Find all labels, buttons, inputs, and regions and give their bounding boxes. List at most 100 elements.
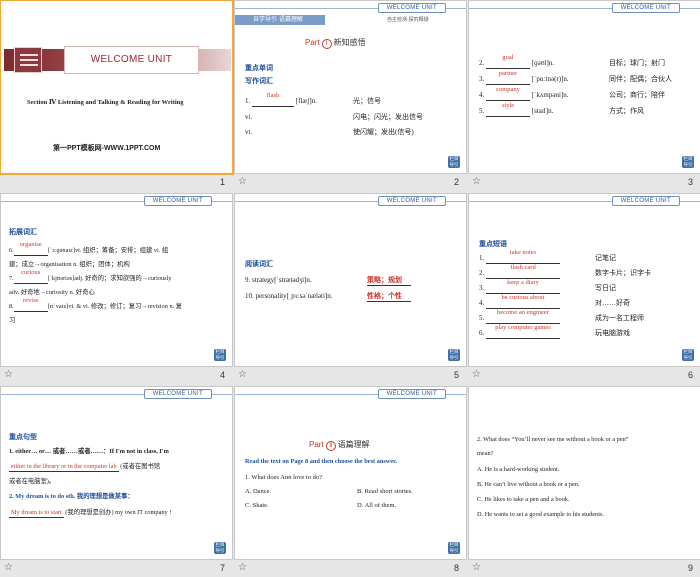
part-heading: Part Ⅱ 语篇理解 [309,440,370,451]
phrase-row: 6. play computer games [479,324,560,339]
slide-thumbnail-4[interactable]: WELCOME UNIT 拓展词汇 6. organise [ˈɔːɡənaɪz]… [0,193,233,385]
header-tab: WELCOME UNIT [143,196,212,206]
answer-option[interactable]: B. Read short stories. [357,487,413,496]
question-text: 1. What does Ann love to do? [245,474,322,481]
star-icon[interactable]: ☆ [238,176,247,187]
header-tab: WELCOME UNIT [611,196,680,206]
vocab-row: 4. company [ˈkʌmpəni]n. [479,86,569,101]
slide-thumbnail-6[interactable]: WELCOME UNIT 重点短语 1. take notes 记笔记 2. f… [468,193,700,385]
slide-3: WELCOME UNIT 2. goal [ɡəʊl]n. 目标；球门；射门 3… [468,0,700,174]
sentence-answer-row: My dream is to start (我的理想是创办) my own IT… [9,509,172,518]
answer-option[interactable]: D. All of them. [357,501,396,510]
phrase-meaning: 数字卡片；识字卡 [595,269,651,277]
header-tab: WELCOME UNIT [377,3,446,13]
slide-number: 1 [219,177,225,187]
sentence-pattern: 1. either… or… 或者……或者……：If I'm not in cl… [9,448,169,455]
back-nav-button[interactable]: 栏目 导引 [682,156,694,168]
vocab-row: 9. strategy[ˈstrætədʒi]n. [245,276,312,284]
slide-1: WELCOME UNIT Section Ⅳ Listening and Tal… [0,0,234,175]
slide-thumbnail-3[interactable]: WELCOME UNIT 2. goal [ɡəʊl]n. 目标；球门；射门 3… [468,0,700,192]
vocab-answer: 策略；规划 [367,276,411,286]
header-tab: WELCOME UNIT [377,196,446,206]
vocab-line: 7. curious [ˈkjʊəriəs]adj. 好奇的；求知欲强的→curi… [9,269,172,284]
answer-option[interactable]: D. He wants to set a good example to his… [477,510,604,519]
header-tab: WELCOME UNIT [611,3,680,13]
vocab-meaning: 使闪耀；发出(信号) [353,128,414,136]
slide-number: 2 [453,177,459,187]
slide-5: WELCOME UNIT 阅读词汇 9. strategy[ˈstrætədʒi… [234,193,467,367]
back-nav-button[interactable]: 栏目 导引 [214,542,226,554]
star-icon[interactable]: ☆ [4,369,13,380]
slide-9: 2. What does “You’ll never see me withou… [468,386,700,560]
slide-footer: ☆ 3 [468,175,700,192]
nav-subtitle: 自主检测·探究释疑 [387,17,429,23]
sentence-pattern: 2. My dream is to do sth. 我的理想是做某事： [9,493,134,500]
header-tab: WELCOME UNIT [143,389,212,399]
nav-banner: 自学导引·语篇理解 [235,15,325,25]
slide-2: WELCOME UNIT 自学导引·语篇理解 自主检测·探究释疑 Part Ⅰ 新知… [234,0,467,174]
slide-7: WELCOME UNIT 重点句型 1. either… or… 或者……或者…… [0,386,233,560]
slide-thumbnail-2[interactable]: WELCOME UNIT 自学导引·语篇理解 自主检测·探究释疑 Part Ⅰ 新知… [234,0,467,192]
question-text: mean? [477,450,494,457]
slide-footer: 1 [0,175,233,192]
section-title: Section Ⅳ Listening and Talking & Readin… [27,99,184,106]
answer-text: My dream is to start [9,509,64,518]
sentence-answer-row: either in the library or in the computer… [9,463,161,472]
back-nav-button[interactable]: 栏目 导引 [448,156,460,168]
vocab-pos: vi. [245,113,253,121]
slide-footer: ☆ 5 [234,368,467,385]
back-nav-button[interactable]: 栏目 导引 [214,349,226,361]
phrase-meaning: 对……好奇 [595,299,630,307]
slide-number: 7 [219,563,225,573]
vocab-meaning: 光；信号 [353,97,381,105]
vocab-pos: vt. [245,128,253,136]
vocab-meaning: 方式；作风 [609,107,644,115]
slide-footer: ☆ 7 [0,561,233,577]
vocab-row: 2. goal [ɡəʊl]n. [479,54,555,69]
header-tab: WELCOME UNIT [377,389,446,399]
slide-number: 5 [453,370,459,380]
answer-option[interactable]: A. Dance. [245,487,271,496]
back-nav-button[interactable]: 栏目 导引 [448,349,460,361]
answer-option[interactable]: A. He is a hard-working student. [477,465,559,474]
vocab-meaning: 公司；商行；陪伴 [609,91,665,99]
slide-title: WELCOME UNIT [90,54,173,65]
answer-option[interactable]: B. He can’t live without a book or a pen… [477,480,580,489]
vocab-answer: 性格；个性 [367,292,411,302]
slide-number: 9 [687,563,693,573]
instruction-text: Read the text on Page 8 and then choose … [245,458,397,465]
book-icon [14,47,42,73]
heading-key-sentences: 重点句型 [9,433,37,441]
slide-4: WELCOME UNIT 拓展词汇 6. organise [ˈɔːɡənaɪz]… [0,193,233,367]
star-icon[interactable]: ☆ [238,562,247,573]
star-icon[interactable]: ☆ [472,562,481,573]
slide-thumbnail-7[interactable]: WELCOME UNIT 重点句型 1. either… or… 或者……或者…… [0,386,233,577]
star-icon[interactable]: ☆ [4,562,13,573]
slide-thumbnail-5[interactable]: WELCOME UNIT 阅读词汇 9. strategy[ˈstrætədʒi… [234,193,467,385]
vocab-meaning: 目标；球门；射门 [609,59,665,67]
vocab-row: 3. partner [ˈpɑːtnə(r)]n. [479,70,569,85]
slide-footer: ☆ 4 [0,368,233,385]
star-icon[interactable]: ☆ [238,369,247,380]
heading-key-words: 重点单词 [245,64,273,72]
answer-option[interactable]: C. He likes to take a pen and a book. [477,495,570,504]
star-icon[interactable]: ☆ [472,369,481,380]
back-nav-button[interactable]: 栏目 导引 [448,542,460,554]
slide-thumbnail-9[interactable]: 2. What does “You’ll never see me withou… [468,386,700,577]
phrase-meaning: 写日记 [595,284,616,292]
slide-footer: ☆ 9 [468,561,700,577]
source-text: 第一PPT模板网-WWW.1PPT.COM [53,145,161,152]
vocab-row: 10. personality[ˌpɜːsəˈnæləti]n. [245,292,333,300]
answer-option[interactable]: C. Skate. [245,501,269,510]
slide-8: WELCOME UNIT Part Ⅱ 语篇理解 Read the text on … [234,386,467,560]
slide-thumbnail-1[interactable]: WELCOME UNIT Section Ⅳ Listening and Tal… [0,0,234,192]
star-icon[interactable]: ☆ [472,176,481,187]
slide-footer: ☆ 6 [468,368,700,385]
heading-extended-words: 拓展词汇 [9,228,37,236]
slide-thumbnail-8[interactable]: WELCOME UNIT Part Ⅱ 语篇理解 Read the text on … [234,386,467,577]
vocab-line: 6. organise [ˈɔːɡənaɪz]vt. 组织；筹备；安排；组建 vi… [9,241,169,256]
phrase-meaning: 记笔记 [595,254,616,262]
slide-number: 6 [687,370,693,380]
vocab-line: 习 [9,317,16,324]
back-nav-button[interactable]: 栏目 导引 [682,349,694,361]
